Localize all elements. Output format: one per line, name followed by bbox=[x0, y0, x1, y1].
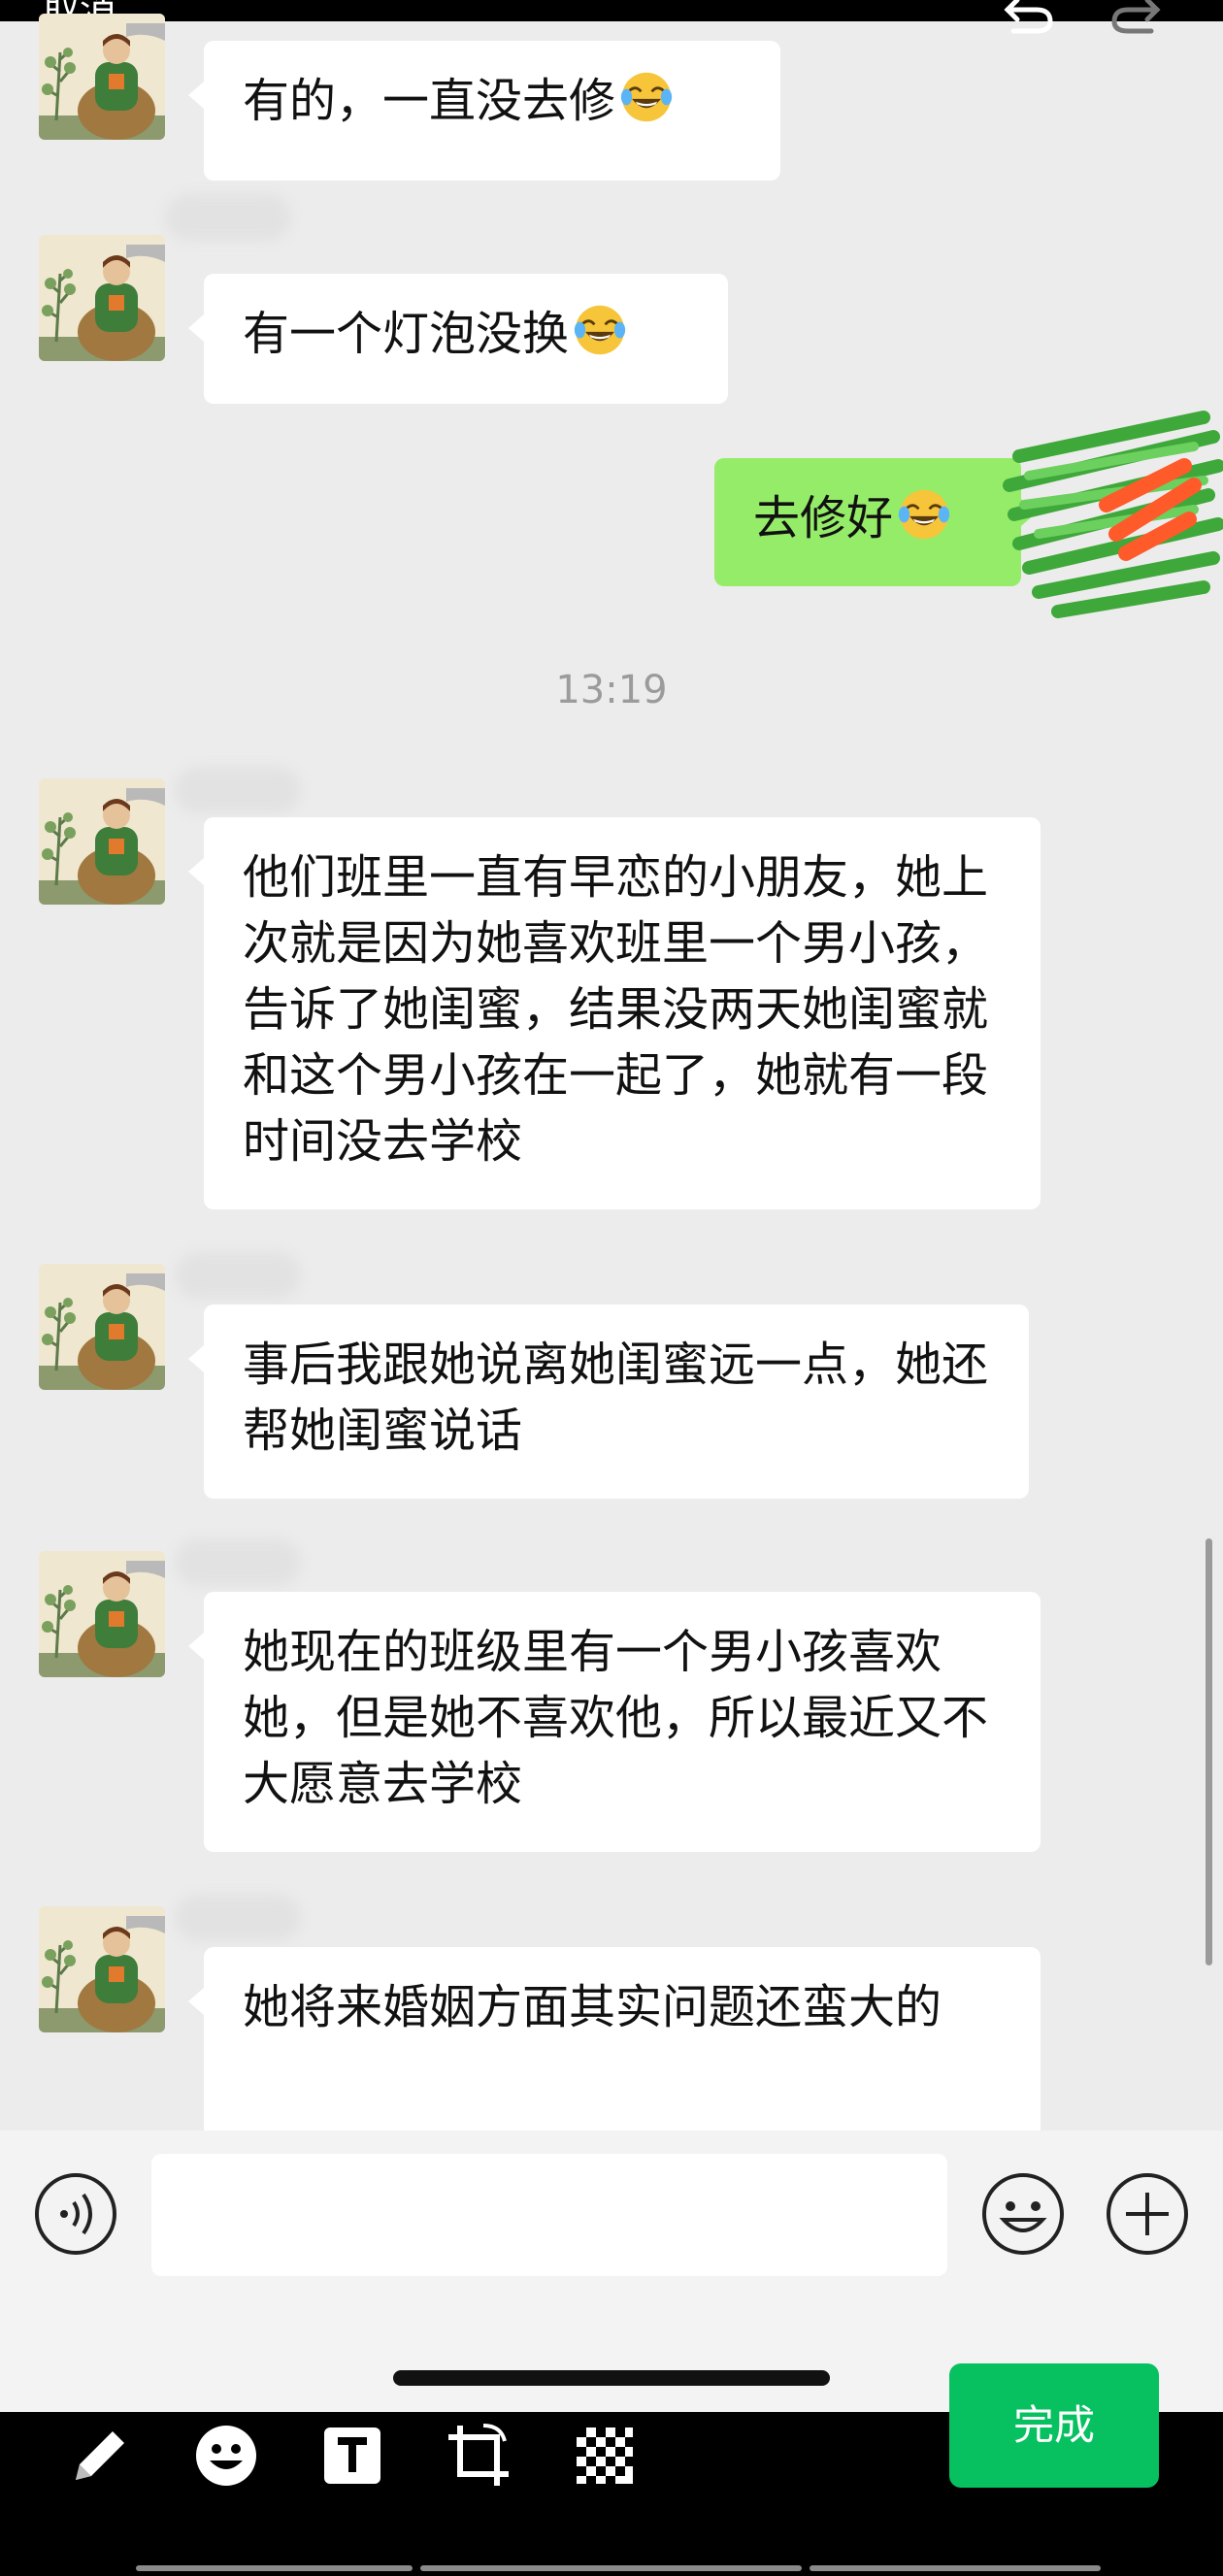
emoji-icon[interactable] bbox=[980, 2171, 1066, 2257]
plus-icon[interactable] bbox=[1105, 2171, 1190, 2257]
message-text: 去修好 bbox=[753, 491, 894, 545]
message-bubble[interactable]: 事后我跟她说离她闺蜜远一点，她还帮她闺蜜说话 bbox=[188, 1305, 1029, 1499]
crop-rotate-icon[interactable] bbox=[445, 2422, 512, 2490]
message-bubble[interactable]: 他们班里一直有早恋的小朋友，她上次就是因为她喜欢班里一个男小孩，告诉了她闺蜜，结… bbox=[188, 817, 1041, 1209]
message-input[interactable] bbox=[151, 2154, 947, 2276]
bottom-divider bbox=[420, 2565, 802, 2571]
sender-name-blurred bbox=[175, 1895, 301, 1941]
message-text: 他们班里一直有早恋的小朋友，她上次就是因为她喜欢班里一个男小孩，告诉了她闺蜜，结… bbox=[243, 850, 989, 1169]
sender-name-blurred bbox=[175, 767, 301, 813]
voice-icon[interactable] bbox=[33, 2171, 118, 2257]
message-text: 她将来婚姻方面其实问题还蛮大的 bbox=[243, 1980, 942, 2034]
message-bubble[interactable]: 她将来婚姻方面其实问题还蛮大的 bbox=[188, 1947, 1041, 2130]
editor-toolbar: 完成 bbox=[0, 2363, 1223, 2576]
message-text: 她现在的班级里有一个男小孩喜欢她，但是她不喜欢他，所以最近又不大愿意去学校 bbox=[243, 1625, 989, 1811]
redaction-scribble bbox=[1003, 411, 1223, 618]
message-text: 有一个灯泡没换 bbox=[243, 307, 570, 361]
mosaic-icon[interactable] bbox=[571, 2422, 639, 2490]
emoji-sticker-icon[interactable] bbox=[192, 2422, 260, 2490]
text-icon[interactable] bbox=[318, 2422, 386, 2490]
sender-name-blurred bbox=[175, 1252, 301, 1299]
chat-area: 取消 有的，一直没去修 有一个灯泡没换 去修好 13:19 他们班里一直有早 bbox=[0, 0, 1223, 2130]
message-bubble[interactable]: 有的，一直没去修 bbox=[188, 41, 780, 181]
message-bubble-self[interactable]: 去修好 bbox=[714, 458, 1037, 586]
contact-avatar[interactable] bbox=[39, 778, 165, 905]
sender-name-blurred bbox=[165, 194, 291, 241]
contact-avatar[interactable] bbox=[39, 1264, 165, 1390]
contact-avatar[interactable] bbox=[39, 1551, 165, 1677]
contact-avatar[interactable] bbox=[39, 235, 165, 361]
contact-avatar[interactable] bbox=[39, 14, 165, 140]
timestamp: 13:19 bbox=[555, 668, 668, 712]
laugh-tears-emoji-icon bbox=[619, 70, 674, 124]
editor-top-bar: 取消 bbox=[0, 0, 1223, 34]
message-text: 有的，一直没去修 bbox=[243, 74, 616, 128]
undo-icon[interactable] bbox=[1000, 0, 1058, 35]
scrollbar[interactable] bbox=[1206, 1538, 1212, 1965]
bottom-divider bbox=[810, 2565, 1101, 2571]
pencil-icon[interactable] bbox=[66, 2422, 134, 2490]
laugh-tears-emoji-icon bbox=[573, 303, 627, 357]
home-indicator bbox=[393, 2370, 830, 2386]
done-button[interactable]: 完成 bbox=[949, 2363, 1159, 2488]
bottom-divider bbox=[136, 2565, 413, 2571]
sender-name-blurred bbox=[175, 1539, 301, 1586]
contact-avatar[interactable] bbox=[39, 1906, 165, 2032]
message-bubble[interactable]: 她现在的班级里有一个男小孩喜欢她，但是她不喜欢他，所以最近又不大愿意去学校 bbox=[188, 1592, 1041, 1852]
message-text: 事后我跟她说离她闺蜜远一点，她还帮她闺蜜说话 bbox=[243, 1338, 989, 1458]
laugh-tears-tilted-emoji-icon bbox=[897, 487, 951, 542]
redo-icon[interactable] bbox=[1107, 0, 1165, 35]
message-bubble[interactable]: 有一个灯泡没换 bbox=[188, 274, 728, 404]
